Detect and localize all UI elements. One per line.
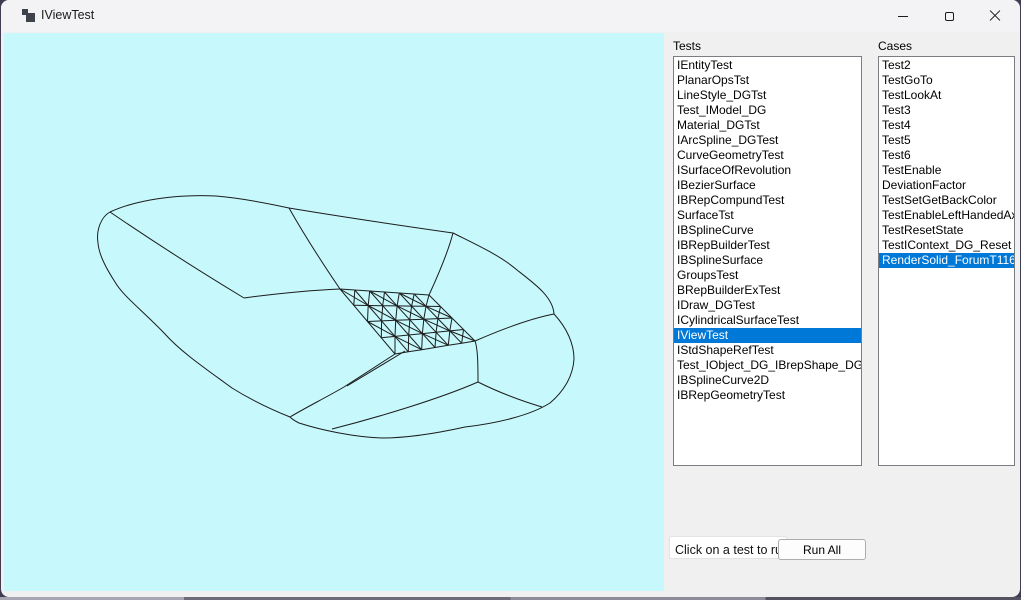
tests-listbox[interactable]: IEntityTestPlanarOpsTstLineStyle_DGTstTe… bbox=[673, 56, 862, 466]
list-item[interactable]: Test3 bbox=[879, 103, 1014, 118]
list-item[interactable]: TestSetGetBackColor bbox=[879, 193, 1014, 208]
list-item[interactable]: LineStyle_DGTst bbox=[674, 88, 861, 103]
status-textbox[interactable]: Click on a test to ru bbox=[669, 536, 787, 559]
list-item[interactable]: IBSplineCurve bbox=[674, 223, 861, 238]
list-item[interactable]: ICylindricalSurfaceTest bbox=[674, 313, 861, 328]
window-title: IViewTest bbox=[41, 8, 94, 22]
app-window: IViewTest Tests IEntityTestPlanarOpsTstL… bbox=[1, 0, 1020, 597]
list-item[interactable]: IBSplineSurface bbox=[674, 253, 861, 268]
list-item[interactable]: DeviationFactor bbox=[879, 178, 1014, 193]
list-item[interactable]: ISurfaceOfRevolution bbox=[674, 163, 861, 178]
close-icon bbox=[989, 10, 1001, 22]
list-item[interactable]: PlanarOpsTst bbox=[674, 73, 861, 88]
list-item[interactable]: BRepBuilderExTest bbox=[674, 283, 861, 298]
list-item[interactable]: IArcSpline_DGTest bbox=[674, 133, 861, 148]
list-item[interactable]: IEntityTest bbox=[674, 58, 861, 73]
status-text: Click on a test to ru bbox=[675, 543, 782, 557]
cases-listbox[interactable]: Test2TestGoToTestLookAtTest3Test4Test5Te… bbox=[878, 56, 1015, 466]
caption-buttons bbox=[880, 0, 1018, 32]
list-item[interactable]: IBRepCompundTest bbox=[674, 193, 861, 208]
list-item[interactable]: IBRepGeometryTest bbox=[674, 388, 861, 403]
app-icon bbox=[22, 9, 36, 23]
list-item[interactable]: Test4 bbox=[879, 118, 1014, 133]
list-item[interactable]: TestIContext_DG_Reset bbox=[879, 238, 1014, 253]
list-item[interactable]: IViewTest bbox=[674, 328, 861, 343]
tests-label: Tests bbox=[673, 39, 701, 53]
list-item[interactable]: TestResetState bbox=[879, 223, 1014, 238]
run-all-button[interactable]: Run All bbox=[778, 539, 866, 560]
list-item[interactable]: Test5 bbox=[879, 133, 1014, 148]
list-item[interactable]: Test_IModel_DG bbox=[674, 103, 861, 118]
list-item[interactable]: CurveGeometryTest bbox=[674, 148, 861, 163]
list-item[interactable]: TestLookAt bbox=[879, 88, 1014, 103]
minimize-icon bbox=[898, 16, 908, 17]
maximize-icon bbox=[945, 12, 954, 21]
list-item[interactable]: IBezierSurface bbox=[674, 178, 861, 193]
list-item[interactable]: TestEnableLeftHandedAxe bbox=[879, 208, 1014, 223]
cases-label: Cases bbox=[878, 39, 912, 53]
list-item[interactable]: TestGoTo bbox=[879, 73, 1014, 88]
list-item[interactable]: IStdShapeRefTest bbox=[674, 343, 861, 358]
list-item[interactable]: TestEnable bbox=[879, 163, 1014, 178]
list-item[interactable]: IBSplineCurve2D bbox=[674, 373, 861, 388]
wireframe-surface-drawing bbox=[4, 33, 664, 591]
maximize-button[interactable] bbox=[926, 0, 972, 32]
close-button[interactable] bbox=[972, 0, 1018, 32]
list-item[interactable]: SurfaceTst bbox=[674, 208, 861, 223]
render-canvas[interactable] bbox=[4, 33, 664, 591]
minimize-button[interactable] bbox=[880, 0, 926, 32]
screen: IViewTest Tests IEntityTestPlanarOpsTstL… bbox=[0, 0, 1021, 600]
list-item[interactable]: Test6 bbox=[879, 148, 1014, 163]
list-item[interactable]: IDraw_DGTest bbox=[674, 298, 861, 313]
list-item[interactable]: Material_DGTst bbox=[674, 118, 861, 133]
list-item[interactable]: IBRepBuilderTest bbox=[674, 238, 861, 253]
list-item[interactable]: GroupsTest bbox=[674, 268, 861, 283]
list-item[interactable]: RenderSolid_ForumT116 bbox=[879, 253, 1014, 268]
list-item[interactable]: Test_IObject_DG_IBrepShape_DG bbox=[674, 358, 861, 373]
title-bar[interactable]: IViewTest bbox=[1, 0, 1020, 32]
list-item[interactable]: Test2 bbox=[879, 58, 1014, 73]
